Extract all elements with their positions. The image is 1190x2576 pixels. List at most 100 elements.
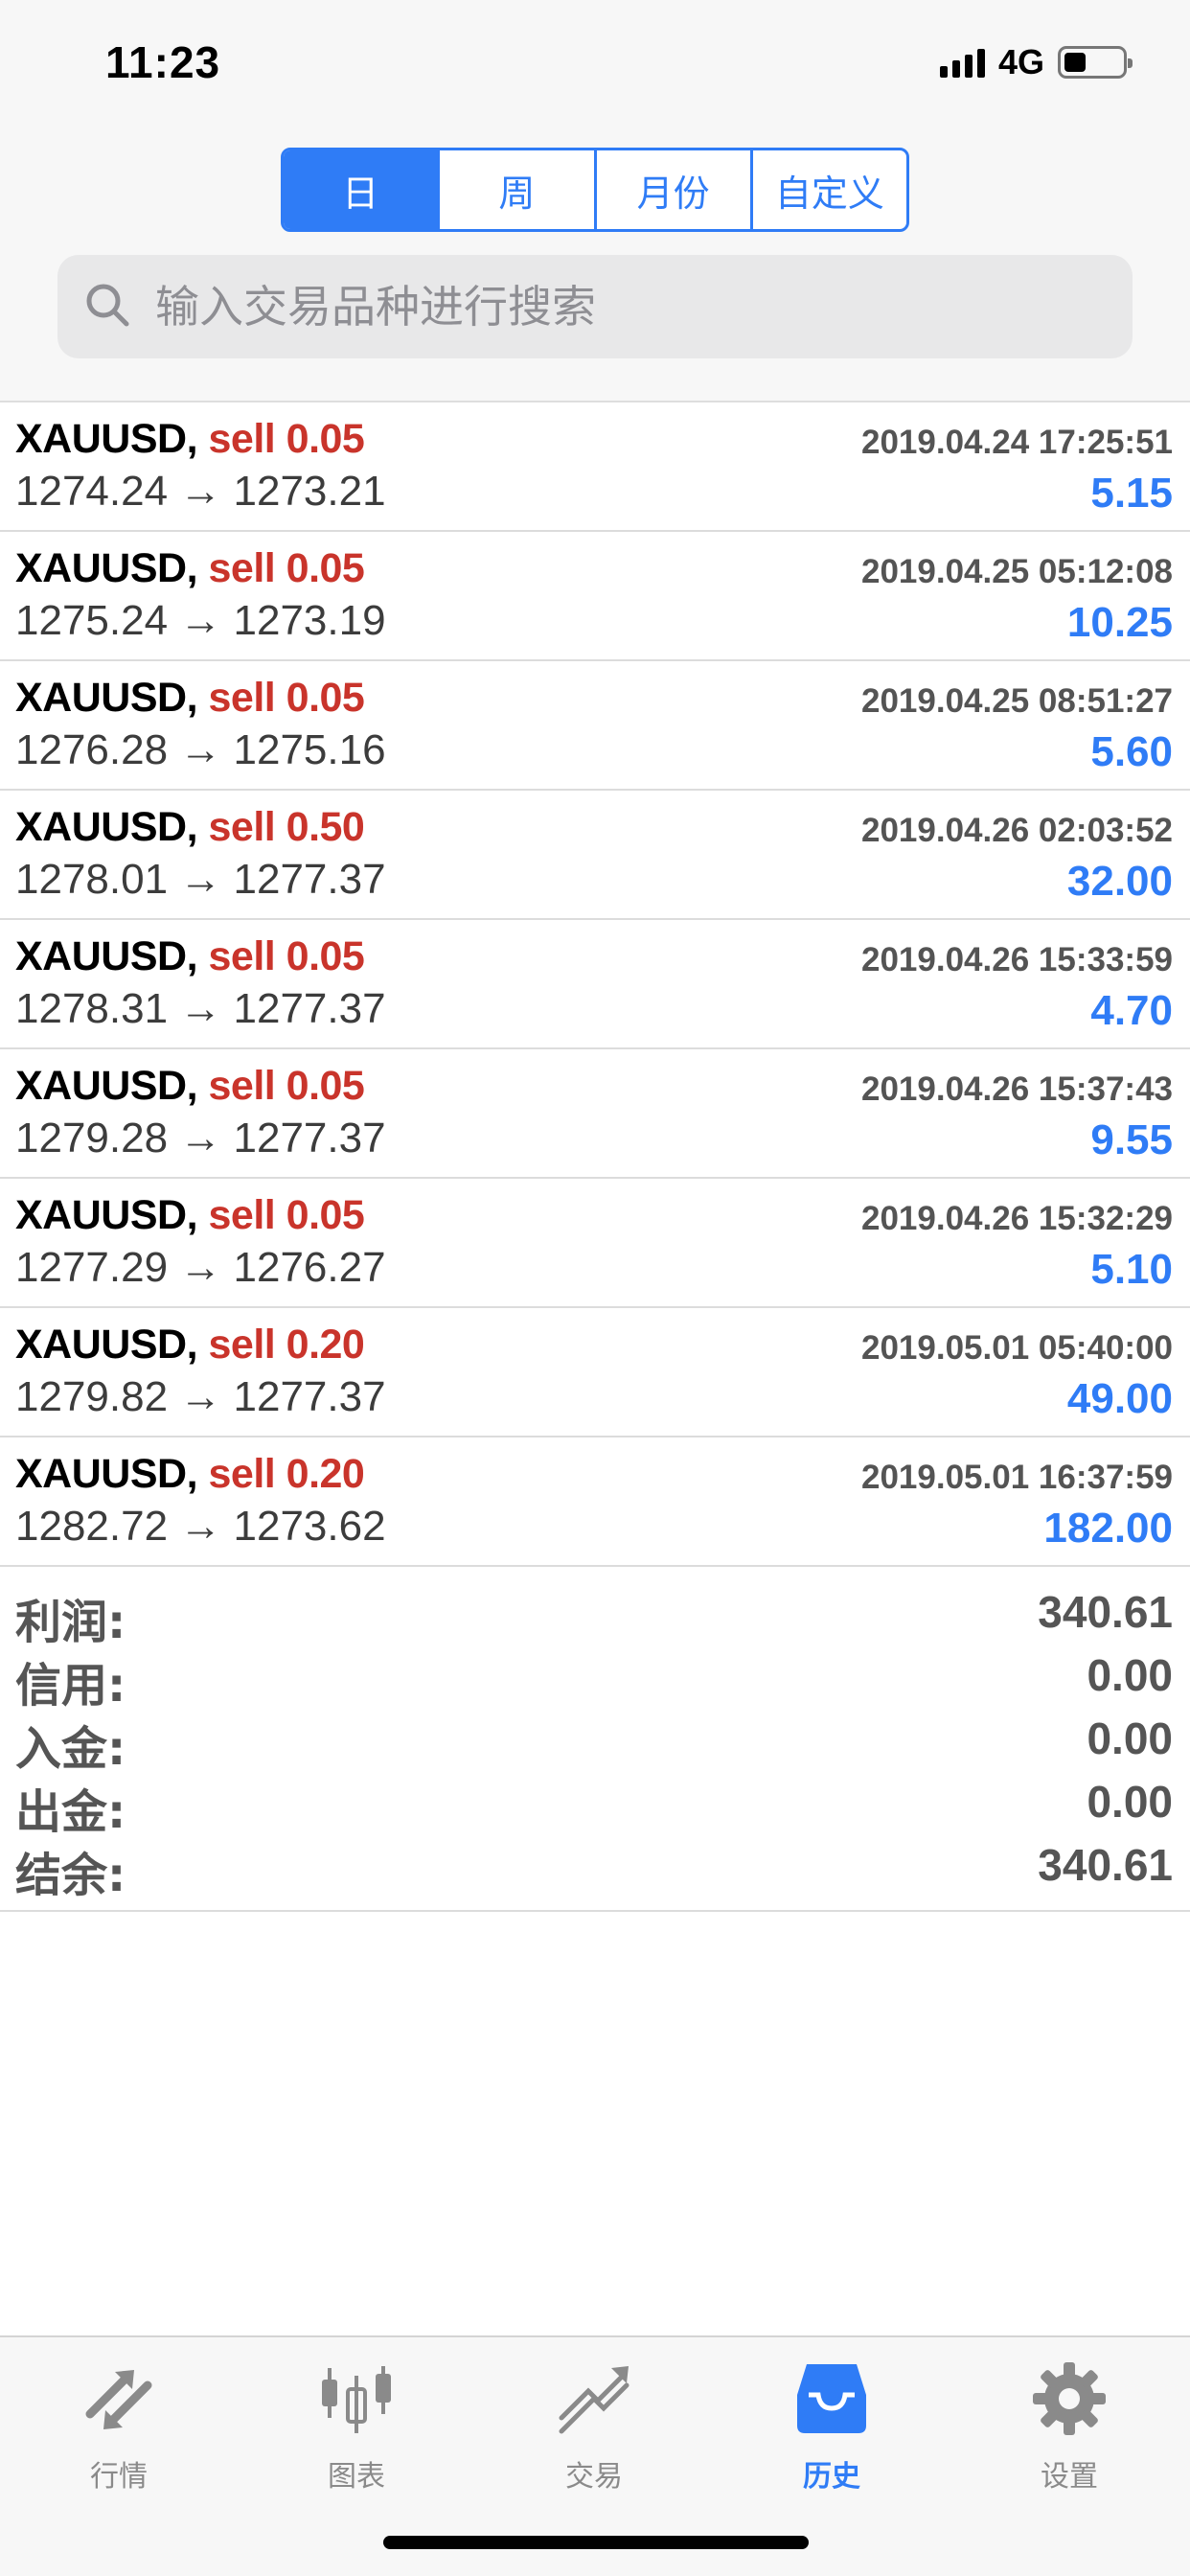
trade-datetime: 2019.04.25 05:12:08 <box>861 553 1173 590</box>
tab-history[interactable]: 历史 <box>736 2357 927 2500</box>
trade-side: sell 0.05 <box>208 933 365 979</box>
search-input[interactable] <box>155 281 1018 333</box>
trade-side: sell 0.05 <box>208 545 365 591</box>
trade-prices: 1277.29 → 1276.27 <box>15 1244 386 1291</box>
summary-value: 0.00 <box>1087 1714 1173 1763</box>
tab-label: 设置 <box>1041 2460 1098 2494</box>
trade-profit: 4.70 <box>1090 987 1173 1034</box>
summary-row-balance: 结余: 340.61 <box>0 1833 1190 1902</box>
summary-label: 入金: <box>15 1722 126 1776</box>
trade-side: sell 0.05 <box>208 1063 365 1109</box>
tab-label: 交易 <box>565 2460 623 2494</box>
search-bar[interactable] <box>57 255 1133 358</box>
trade-profit: 5.15 <box>1090 470 1173 517</box>
trade-prices: 1279.82 → 1277.37 <box>15 1373 386 1420</box>
header-area: 11:23 4G 日 周 月份 自定义 <box>0 0 1190 402</box>
trade-side: sell 0.50 <box>208 804 365 850</box>
tab-settings[interactable]: 设置 <box>973 2357 1165 2500</box>
trade-prices: 1274.24 → 1273.21 <box>15 468 386 515</box>
tab-label: 图表 <box>328 2460 385 2494</box>
trade-row[interactable]: XAUUSD, sell 0.05 2019.04.25 08:51:27 12… <box>0 661 1190 791</box>
summary-row-credit: 信用: 0.00 <box>0 1644 1190 1713</box>
summary-label: 信用: <box>15 1659 126 1713</box>
trade-profit: 49.00 <box>1066 1375 1173 1422</box>
trade-row[interactable]: XAUUSD, sell 0.05 2019.04.26 15:37:43 12… <box>0 1049 1190 1179</box>
trade-symbol: XAUUSD, <box>15 545 198 591</box>
trade-datetime: 2019.04.26 15:33:59 <box>861 941 1173 978</box>
segment-month[interactable]: 月份 <box>593 150 750 229</box>
summary-value: 340.61 <box>1038 1840 1173 1890</box>
trade-side: sell 0.20 <box>208 1451 365 1497</box>
summary-row-profit: 利润: 340.61 <box>0 1580 1190 1649</box>
trade-symbol: XAUUSD, <box>15 1063 198 1109</box>
tab-label: 历史 <box>803 2460 860 2494</box>
summary-row-withdrawal: 出金: 0.00 <box>0 1770 1190 1839</box>
account-summary: 利润: 340.61 信用: 0.00 入金: 0.00 出金: 0.00 结余… <box>0 1569 1190 1912</box>
trade-prices: 1278.31 → 1277.37 <box>15 985 386 1032</box>
summary-value: 0.00 <box>1087 1777 1173 1827</box>
summary-row-deposit: 入金: 0.00 <box>0 1707 1190 1776</box>
search-icon <box>86 284 129 327</box>
trade-symbol: XAUUSD, <box>15 1451 198 1497</box>
trade-datetime: 2019.04.26 15:32:29 <box>861 1200 1173 1237</box>
trade-datetime: 2019.05.01 05:40:00 <box>861 1329 1173 1367</box>
trade-prices: 1276.28 → 1275.16 <box>15 726 386 773</box>
trade-row[interactable]: XAUUSD, sell 0.05 2019.04.26 15:33:59 12… <box>0 920 1190 1049</box>
trade-datetime: 2019.04.26 02:03:52 <box>861 812 1173 849</box>
segment-day[interactable]: 日 <box>284 150 438 229</box>
trade-history-list: XAUUSD, sell 0.05 2019.04.24 17:25:51 12… <box>0 402 1190 1567</box>
summary-value: 340.61 <box>1038 1587 1173 1637</box>
trade-row[interactable]: XAUUSD, sell 0.50 2019.04.26 02:03:52 12… <box>0 791 1190 920</box>
tab-chart[interactable]: 图表 <box>261 2357 452 2500</box>
trade-symbol: XAUUSD, <box>15 933 198 979</box>
status-time: 11:23 <box>105 37 221 87</box>
segment-week[interactable]: 周 <box>437 150 593 229</box>
trade-profit: 182.00 <box>1043 1505 1173 1552</box>
trade-prices: 1278.01 → 1277.37 <box>15 856 386 903</box>
signal-icon <box>939 47 985 78</box>
trade-row[interactable]: XAUUSD, sell 0.05 2019.04.24 17:25:51 12… <box>0 402 1190 532</box>
trade-datetime: 2019.04.24 17:25:51 <box>861 424 1173 461</box>
trade-prices: 1282.72 → 1273.62 <box>15 1503 386 1550</box>
trade-datetime: 2019.04.25 08:51:27 <box>861 682 1173 720</box>
trade-profit: 5.10 <box>1090 1246 1173 1293</box>
trade-row[interactable]: XAUUSD, sell 0.20 2019.05.01 05:40:00 12… <box>0 1308 1190 1438</box>
tab-quotes[interactable]: 行情 <box>23 2357 215 2500</box>
trade-datetime: 2019.04.26 15:37:43 <box>861 1070 1173 1108</box>
battery-icon <box>1058 46 1133 79</box>
trade-datetime: 2019.05.01 16:37:59 <box>861 1459 1173 1496</box>
trade-profit: 5.60 <box>1090 728 1173 775</box>
trade-profit: 9.55 <box>1090 1116 1173 1163</box>
trade-symbol: XAUUSD, <box>15 675 198 721</box>
quotes-arrows-icon <box>85 2370 152 2429</box>
trade-side: sell 0.05 <box>208 1192 365 1238</box>
trade-profit: 10.25 <box>1066 599 1173 646</box>
trade-chart-icon <box>559 2366 629 2434</box>
summary-label: 利润: <box>15 1596 126 1649</box>
gear-icon <box>1033 2362 1106 2435</box>
history-inbox-icon <box>797 2364 866 2433</box>
tab-trade[interactable]: 交易 <box>498 2357 690 2500</box>
summary-value: 0.00 <box>1087 1650 1173 1700</box>
trade-symbol: XAUUSD, <box>15 804 198 850</box>
trade-row[interactable]: XAUUSD, sell 0.05 2019.04.26 15:32:29 12… <box>0 1179 1190 1308</box>
status-indicators: 4G <box>939 42 1133 82</box>
trade-symbol: XAUUSD, <box>15 1192 198 1238</box>
summary-label: 结余: <box>15 1849 126 1902</box>
network-label: 4G <box>997 42 1044 81</box>
candlestick-chart-icon <box>322 2366 391 2433</box>
home-indicator[interactable] <box>383 2536 809 2549</box>
trade-row[interactable]: XAUUSD, sell 0.20 2019.05.01 16:37:59 12… <box>0 1438 1190 1567</box>
trade-prices: 1279.28 → 1277.37 <box>15 1115 386 1162</box>
summary-label: 出金: <box>15 1785 126 1839</box>
segment-custom[interactable]: 自定义 <box>749 150 906 229</box>
trade-side: sell 0.05 <box>208 416 365 462</box>
trade-side: sell 0.05 <box>208 675 365 721</box>
period-segmented-control: 日 周 月份 自定义 <box>281 148 909 232</box>
trade-row[interactable]: XAUUSD, sell 0.05 2019.04.25 05:12:08 12… <box>0 532 1190 661</box>
trade-profit: 32.00 <box>1066 858 1173 905</box>
trade-side: sell 0.20 <box>208 1322 365 1368</box>
trade-prices: 1275.24 → 1273.19 <box>15 597 386 644</box>
trade-symbol: XAUUSD, <box>15 416 198 462</box>
tab-label: 行情 <box>90 2460 148 2494</box>
